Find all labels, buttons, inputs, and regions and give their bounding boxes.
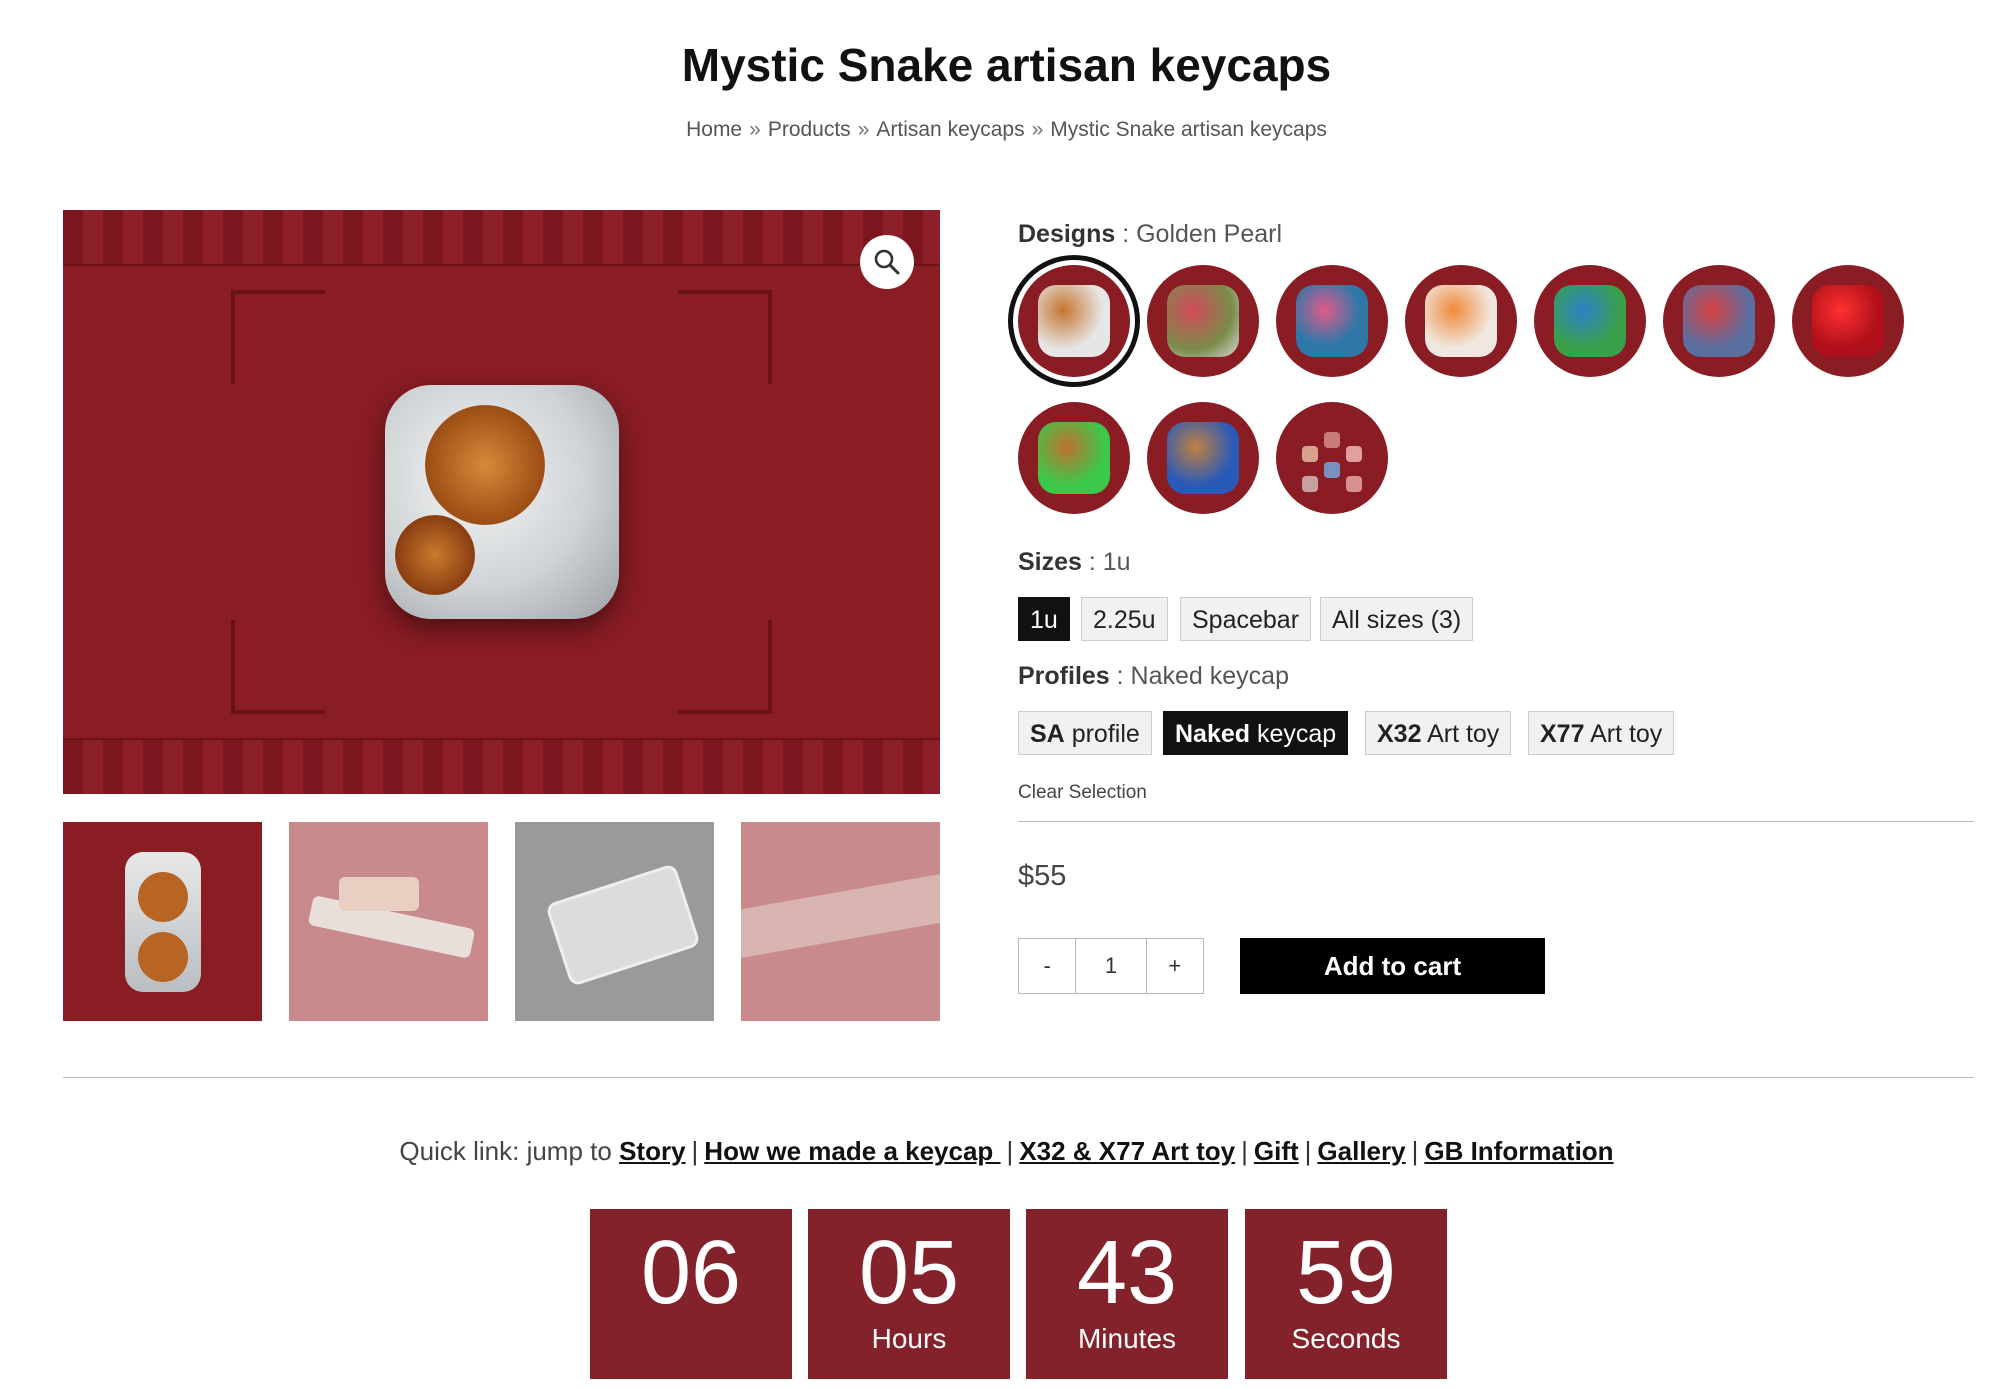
link-separator: | [691, 1136, 699, 1166]
decorative-border [63, 210, 940, 266]
quantity-decrease-button[interactable]: - [1019, 939, 1075, 993]
profile-option-naked[interactable]: Naked keycap [1163, 711, 1349, 755]
countdown-seconds-value: 59 [1295, 1223, 1397, 1323]
countdown-days: 06 [590, 1209, 792, 1379]
peony-decoration [425, 405, 545, 525]
corner-ornament [678, 290, 772, 384]
quick-link-story[interactable]: Story [619, 1136, 685, 1166]
link-separator: | [1006, 1136, 1014, 1166]
quick-link-gallery[interactable]: Gallery [1317, 1136, 1405, 1166]
design-swatch[interactable] [1147, 402, 1259, 514]
profile-option-sa[interactable]: SA profile [1018, 711, 1152, 755]
design-swatch[interactable] [1663, 265, 1775, 377]
size-option-2-25u[interactable]: 2.25u [1081, 597, 1168, 641]
price: $55 [1018, 860, 1067, 892]
peony-decoration [395, 515, 475, 595]
sizes-label-name: Sizes [1018, 548, 1082, 576]
design-swatch[interactable] [1147, 265, 1259, 377]
profile-option-bold: X77 [1540, 720, 1585, 748]
profile-option-bold: X32 [1377, 720, 1422, 748]
divider [63, 1077, 1974, 1078]
snake-keycap-image [385, 385, 619, 619]
link-separator: | [1241, 1136, 1248, 1166]
quantity-increase-button[interactable]: + [1147, 939, 1203, 993]
thumbnail-2[interactable] [289, 822, 488, 1021]
countdown-minutes: 43 Minutes [1026, 1209, 1228, 1379]
profile-option-bold: Naked [1175, 720, 1251, 748]
profile-option-rest: keycap [1257, 720, 1337, 748]
quick-link-art-toy[interactable]: X32 & X77 Art toy [1019, 1136, 1235, 1166]
thumbnail-1[interactable] [63, 822, 262, 1021]
countdown-minutes-value: 43 [1076, 1223, 1178, 1323]
quick-links-prefix: Quick link: jump to [399, 1136, 612, 1166]
designs-label: Designs : Golden Pearl [1018, 220, 1283, 248]
thumbnail-3[interactable] [515, 822, 714, 1021]
profile-option-rest: Art toy [1427, 720, 1500, 748]
page-title: Mystic Snake artisan keycaps [681, 39, 1332, 91]
quick-link-gift[interactable]: Gift [1254, 1136, 1299, 1166]
sizes-label: Sizes : 1u [1018, 548, 1131, 576]
breadcrumb-products[interactable]: Products [768, 118, 851, 141]
corner-ornament [678, 620, 772, 714]
countdown-seconds-unit: Seconds [1291, 1323, 1401, 1354]
design-swatch[interactable] [1792, 265, 1904, 377]
size-option-spacebar[interactable]: Spacebar [1180, 597, 1312, 641]
breadcrumb-separator: » [1031, 118, 1044, 141]
profiles-label-name: Profiles [1018, 662, 1110, 690]
quick-links: Quick link: jump to Story | How we made a … [0, 1136, 2013, 1167]
breadcrumb: Home » Products » Artisan keycaps » Mystic Sna… [0, 118, 2013, 142]
quantity-input[interactable]: 1 [1075, 939, 1147, 993]
designs-label-name: Designs [1018, 220, 1116, 248]
profiles-selected-value: Naked keycap [1130, 662, 1289, 690]
product-main-image[interactable] [63, 210, 940, 794]
profile-option-x77[interactable]: X77 Art toy [1528, 711, 1675, 755]
corner-ornament [231, 620, 325, 714]
design-swatch-golden-pearl[interactable] [1018, 265, 1130, 377]
design-swatch[interactable] [1276, 265, 1388, 377]
design-swatch[interactable] [1405, 265, 1517, 377]
link-separator: | [1304, 1136, 1312, 1166]
profile-option-rest: Art toy [1590, 720, 1663, 748]
design-swatch-all[interactable] [1276, 402, 1388, 514]
divider [1018, 821, 1974, 822]
quick-link-how-we-made[interactable]: How we made a keycap [704, 1136, 1000, 1166]
breadcrumb-home[interactable]: Home [686, 118, 742, 141]
size-option-1u[interactable]: 1u [1018, 597, 1070, 641]
sizes-selected-value: 1u [1102, 548, 1131, 576]
design-swatch[interactable] [1018, 402, 1130, 514]
thumbnail-4[interactable] [741, 822, 940, 1021]
add-to-cart-button[interactable]: Add to cart [1240, 938, 1545, 994]
magnifier-icon [874, 249, 900, 275]
profile-option-bold: SA [1030, 720, 1065, 748]
countdown-minutes-unit: Minutes [1077, 1323, 1177, 1354]
decorative-border [63, 738, 940, 794]
countdown-hours-value: 05 [858, 1223, 960, 1323]
link-separator: | [1411, 1136, 1419, 1166]
profile-option-rest: profile [1071, 720, 1140, 748]
countdown-seconds: 59 Seconds [1245, 1209, 1447, 1379]
breadcrumb-separator: » [857, 118, 870, 141]
clear-selection-link[interactable]: Clear Selection [1018, 782, 1147, 804]
quick-link-gb-information[interactable]: GB Information [1424, 1136, 1613, 1166]
countdown-hours-unit: Hours [871, 1323, 947, 1354]
quantity-stepper: - 1 + [1018, 938, 1204, 994]
breadcrumb-separator: » [749, 118, 761, 141]
profile-option-x32[interactable]: X32 Art toy [1365, 711, 1512, 755]
zoom-button[interactable] [860, 235, 914, 289]
countdown-hours: 05 Hours [808, 1209, 1010, 1379]
profiles-label: Profiles : Naked keycap [1018, 662, 1289, 690]
size-option-all-sizes[interactable]: All sizes (3) [1320, 597, 1474, 641]
design-swatch[interactable] [1534, 265, 1646, 377]
designs-selected-value: Golden Pearl [1136, 220, 1283, 248]
breadcrumb-artisan-keycaps[interactable]: Artisan keycaps [876, 118, 1024, 141]
countdown-days-value: 06 [640, 1223, 742, 1323]
corner-ornament [231, 290, 325, 384]
breadcrumb-current: Mystic Snake artisan keycaps [1050, 118, 1327, 141]
